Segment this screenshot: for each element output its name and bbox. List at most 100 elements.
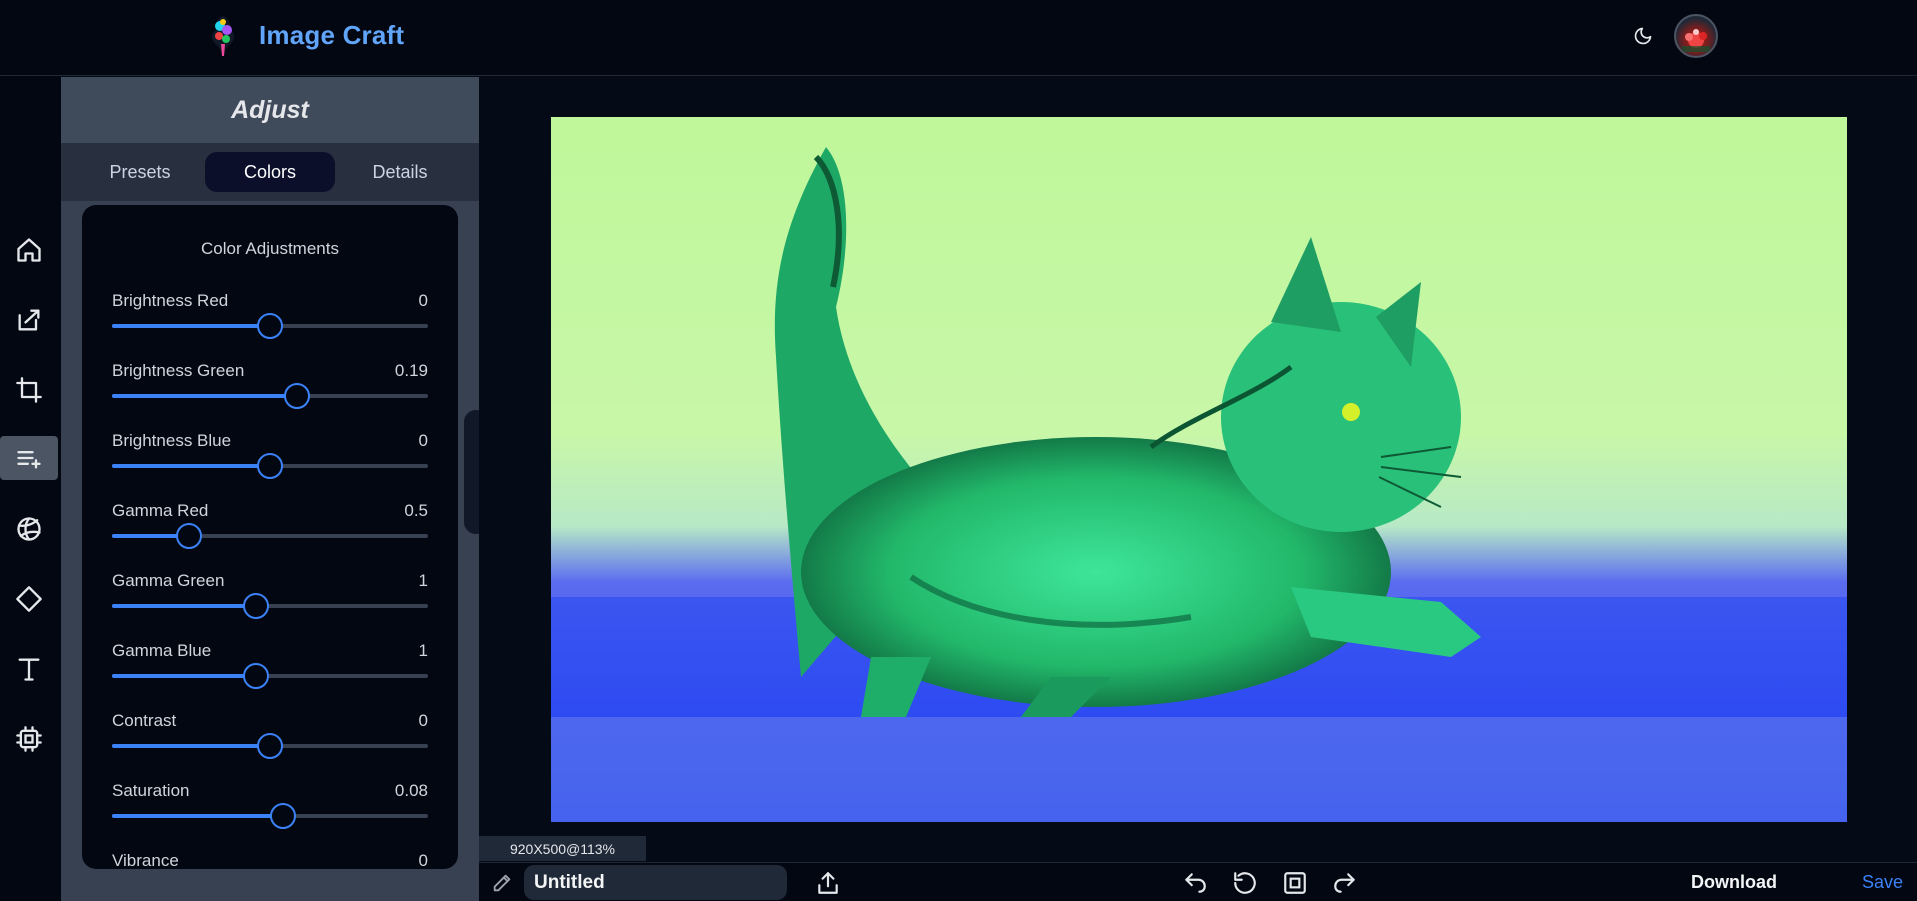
rename-button[interactable] xyxy=(487,868,517,898)
bottom-toolbar: Download Save xyxy=(479,862,1917,901)
diamond-icon xyxy=(16,586,42,612)
slider-gamma-red: Gamma Red 0.5 xyxy=(112,501,428,561)
card-title: Color Adjustments xyxy=(201,239,339,258)
home-icon xyxy=(17,238,41,262)
tab-presets[interactable]: Presets xyxy=(75,152,205,192)
slider-fill xyxy=(112,394,297,398)
undo-icon xyxy=(1185,873,1206,893)
slider-track[interactable] xyxy=(112,733,428,759)
slider-thumb[interactable] xyxy=(269,803,296,829)
slider-thumb[interactable] xyxy=(176,523,203,549)
slider-gamma-green: Gamma Green 1 xyxy=(112,571,428,631)
rail-ai-button[interactable] xyxy=(0,717,58,761)
rail-home-button[interactable] xyxy=(0,228,58,272)
slider-value: 0 xyxy=(418,851,428,869)
slider-fill xyxy=(112,604,256,608)
pencil-icon xyxy=(493,874,511,892)
slider-thumb[interactable] xyxy=(257,733,283,759)
avatar[interactable] xyxy=(1674,14,1718,58)
rail-crop-button[interactable] xyxy=(0,368,58,412)
slider-label: Vibrance xyxy=(112,851,179,869)
slider-thumb[interactable] xyxy=(257,313,283,339)
rail-shapes-button[interactable] xyxy=(0,577,58,621)
import-icon xyxy=(18,309,40,331)
slider-thumb[interactable] xyxy=(257,453,283,479)
redo-button[interactable] xyxy=(1330,868,1360,898)
crop-icon xyxy=(16,377,42,403)
fit-screen-icon xyxy=(1284,872,1306,894)
slider-label: Gamma Green xyxy=(112,571,225,590)
slider-saturation: Saturation 0.08 xyxy=(112,781,428,841)
adjust-tabs: Presets Colors Details xyxy=(61,143,479,201)
redo-icon xyxy=(1334,873,1355,893)
slider-value: 1 xyxy=(418,571,428,590)
slider-track[interactable] xyxy=(112,803,428,829)
slider-label: Brightness Red xyxy=(112,291,229,310)
undo-button[interactable] xyxy=(1180,868,1210,898)
slider-track[interactable] xyxy=(112,313,428,339)
edited-image[interactable] xyxy=(551,117,1847,822)
avatar-image xyxy=(1682,29,1710,52)
top-header: Image Craft xyxy=(0,0,1917,76)
text-icon xyxy=(18,658,40,681)
image-craft-app: Image Craft Adjust Presets Colors Detail… xyxy=(0,0,1917,901)
slider-track[interactable] xyxy=(112,383,428,409)
chip-icon xyxy=(16,726,42,752)
slider-gamma-blue: Gamma Blue 1 xyxy=(112,641,428,701)
slider-label: Brightness Green xyxy=(112,361,245,380)
canvas-area xyxy=(479,77,1917,862)
rail-import-button[interactable] xyxy=(0,298,58,342)
slider-label: Gamma Blue xyxy=(112,641,212,660)
slider-value: 0 xyxy=(418,291,428,310)
tool-rail xyxy=(0,77,60,901)
save-button[interactable]: Save xyxy=(1862,872,1903,893)
filters-ball-icon xyxy=(17,517,41,541)
slider-value: 0.08 xyxy=(394,781,428,800)
fit-screen-button[interactable] xyxy=(1280,868,1310,898)
slider-value: 0.19 xyxy=(394,361,428,380)
tab-details[interactable]: Details xyxy=(335,152,465,192)
rail-adjust-button[interactable] xyxy=(0,436,58,480)
slider-fill xyxy=(112,744,270,748)
rail-filters-button[interactable] xyxy=(0,507,58,551)
slider-value: 0.5 xyxy=(404,501,428,520)
slider-vibrance: Vibrance 0 xyxy=(112,851,428,869)
slider-track[interactable] xyxy=(112,663,428,689)
slider-thumb[interactable] xyxy=(242,663,269,689)
upload-icon xyxy=(818,872,838,894)
theme-toggle-button[interactable] xyxy=(1629,22,1657,50)
slider-value: 0 xyxy=(418,711,428,730)
adjust-panel: Adjust Presets Colors Details Color Adju… xyxy=(61,77,479,901)
slider-label: Saturation xyxy=(112,781,190,800)
slider-track[interactable] xyxy=(112,523,428,549)
slider-fill xyxy=(112,674,256,678)
rail-text-button[interactable] xyxy=(0,647,58,691)
slider-thumb[interactable] xyxy=(242,593,269,619)
app-title: Image Craft xyxy=(259,20,405,50)
panel-title: Adjust xyxy=(61,77,479,143)
slider-contrast: Contrast 0 xyxy=(112,711,428,771)
slider-label: Contrast xyxy=(112,711,177,730)
adjust-sliders-icon xyxy=(17,451,41,469)
slider-fill xyxy=(112,324,270,328)
slider-track[interactable] xyxy=(112,453,428,479)
slider-brightness-blue: Brightness Blue 0 xyxy=(112,431,428,491)
slider-value: 1 xyxy=(418,641,428,660)
download-button[interactable]: Download xyxy=(1691,872,1777,893)
tab-colors[interactable]: Colors xyxy=(205,152,335,192)
reset-icon xyxy=(1234,872,1256,894)
slider-label: Brightness Blue xyxy=(112,431,232,450)
slider-brightness-red: Brightness Red 0 xyxy=(112,291,428,351)
color-adjustments-card: Color Adjustments Brightness Red 0 Brigh… xyxy=(82,205,458,869)
project-title-input[interactable] xyxy=(524,865,787,900)
slider-brightness-green: Brightness Green 0.19 xyxy=(112,361,428,421)
edited-cat-photo xyxy=(551,117,1847,822)
slider-fill xyxy=(112,814,283,818)
reset-button[interactable] xyxy=(1230,868,1260,898)
slider-thumb[interactable] xyxy=(283,383,310,409)
slider-track[interactable] xyxy=(112,593,428,619)
export-button[interactable] xyxy=(813,868,843,898)
paint-splash-logo-icon[interactable] xyxy=(206,12,240,58)
slider-label: Gamma Red xyxy=(112,501,209,520)
slider-fill xyxy=(112,464,270,468)
